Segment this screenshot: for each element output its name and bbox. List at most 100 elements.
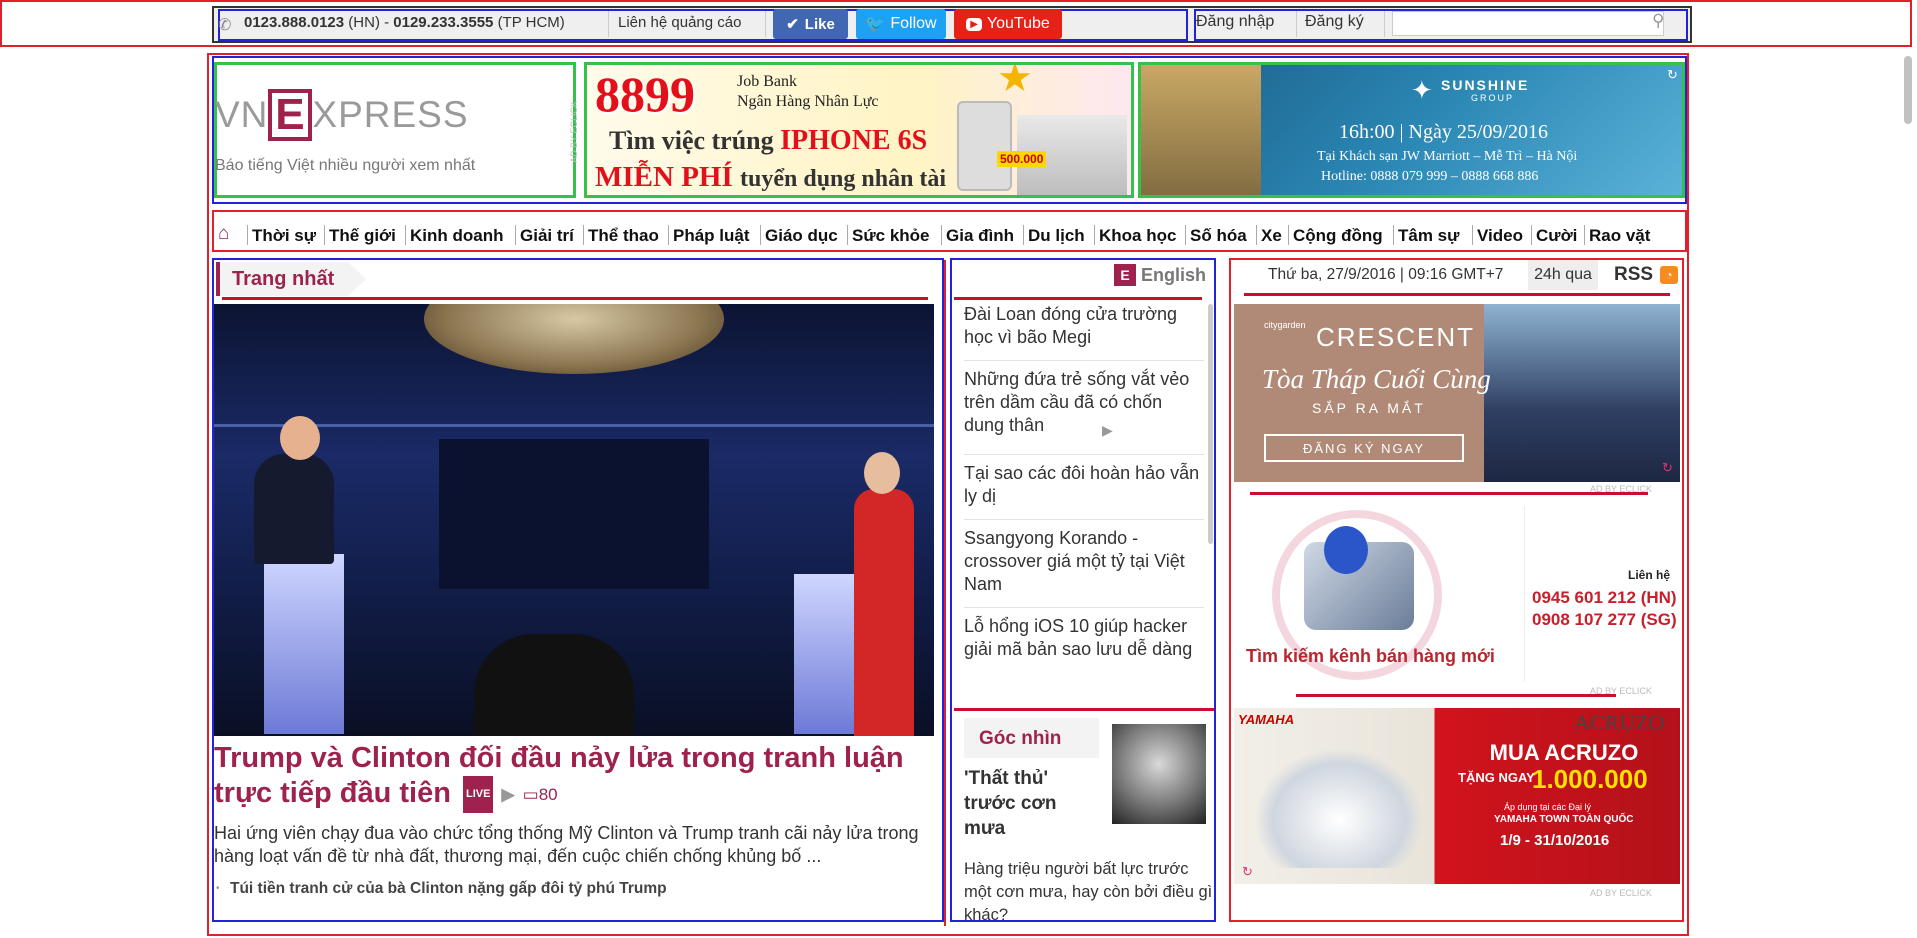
youtube-button[interactable]: ▶ YouTube xyxy=(954,9,1062,39)
sunshine-ad[interactable]: SUNSHINE GROUP ✦ 16h:00 | Ngày 25/09/201… xyxy=(1138,62,1685,198)
nav-item-14[interactable]: Cộng đồng xyxy=(1293,226,1383,246)
facebook-like-button[interactable]: ✔ Like xyxy=(773,9,848,39)
nav-item-10[interactable]: Du lịch xyxy=(1028,226,1085,246)
nav-item-13[interactable]: Xe xyxy=(1261,226,1282,246)
tagline: Báo tiếng Việt nhiều người xem nhất xyxy=(215,157,476,174)
ad-brand2: Ngân Hàng Nhân Lực xyxy=(737,93,879,110)
headline-link[interactable]: Trump và Clinton đối đầu nảy lửa trong t… xyxy=(214,741,934,813)
vnexpress-logo[interactable]: VN E XPRESS xyxy=(215,89,469,141)
divider xyxy=(1296,694,1616,697)
nav-item-2[interactable]: Thế giới xyxy=(329,226,396,246)
nav-divider xyxy=(1472,225,1473,245)
twitter-bird-icon: 🐦 xyxy=(865,16,886,33)
gocnhin-tab[interactable]: Góc nhìn xyxy=(964,718,1099,758)
hn-label: (HN) - xyxy=(348,14,390,31)
nav-item-12[interactable]: Số hóa xyxy=(1190,226,1247,246)
ad-cta-button[interactable]: ĐĂNG KÝ NGAY xyxy=(1264,434,1464,462)
rss-label[interactable]: RSS xyxy=(1614,264,1653,286)
yamaha-note2: YAMAHA TOWN TOÀN QUỐC xyxy=(1494,814,1634,825)
logo-box[interactable]: VN E XPRESS Báo tiếng Việt nhiều người x… xyxy=(214,62,579,198)
scooter-image xyxy=(1254,748,1424,868)
home-icon[interactable]: ⌂ xyxy=(218,223,229,245)
refresh-icon[interactable]: ↻ xyxy=(1662,460,1673,476)
nav-item-5[interactable]: Thể thao xyxy=(588,226,659,246)
main-nav: ⌂ Thời sự Thế giới Kinh doanh Giải trí Thể t… xyxy=(212,210,1687,252)
ads-contact-link[interactable]: Liên hệ quảng cáo xyxy=(618,14,741,31)
hero-image[interactable] xyxy=(214,304,934,736)
thumbs-up-icon: ✔ xyxy=(786,16,799,33)
ad-line2a: MIỄN PHÍ xyxy=(595,161,733,193)
nav-item-17[interactable]: Cười xyxy=(1536,226,1577,246)
search-icon[interactable]: ⚲ xyxy=(1652,11,1664,31)
yamaha-brand: YAMAHA xyxy=(1238,712,1295,727)
rss-icon[interactable]: ◔ xyxy=(1660,266,1678,284)
comment-count[interactable]: 80 xyxy=(539,785,558,804)
jobbank-ad[interactable]: 8899 Job Bank Ngân Hàng Nhân Lực Tìm việ… xyxy=(584,62,1134,198)
english-link[interactable]: E English xyxy=(1114,262,1210,288)
gocnhin-title: Góc nhìn xyxy=(979,728,1062,749)
nav-item-8[interactable]: Sức khỏe xyxy=(852,226,930,246)
yamaha-note: Áp dụng tại các Đại lý xyxy=(1504,802,1592,812)
yamaha-dates: 1/9 - 31/10/2016 xyxy=(1500,832,1610,849)
nav-item-16[interactable]: Video xyxy=(1477,226,1523,246)
nav-item-7[interactable]: Giáo dục xyxy=(765,226,838,246)
divider xyxy=(964,607,1204,608)
ad-brand: CRESCENT xyxy=(1316,322,1476,352)
refresh-icon[interactable]: ↻ xyxy=(1242,864,1253,880)
ad-slogan: Tìm kiếm kênh bán hàng mới xyxy=(1246,646,1495,666)
latest-article-link[interactable]: Tại sao các đôi hoàn hảo vẫn ly dị xyxy=(964,462,1204,508)
nav-item-4[interactable]: Giải trí xyxy=(520,226,574,246)
24h-button[interactable]: 24h qua xyxy=(1528,260,1598,290)
nav-item-15[interactable]: Tâm sự xyxy=(1398,226,1459,246)
video-icon: ▶ xyxy=(501,785,515,804)
nav-item-18[interactable]: Rao vặt xyxy=(1589,226,1650,246)
section-tab[interactable]: Trang nhất xyxy=(216,262,366,296)
nav-item-9[interactable]: Gia đình xyxy=(946,226,1014,246)
divider xyxy=(222,297,928,300)
divider xyxy=(1244,293,1670,296)
ad-brand1: Job Bank xyxy=(737,73,797,90)
nav-divider xyxy=(515,225,516,245)
twitter-follow-button[interactable]: 🐦 Follow xyxy=(856,9,946,39)
ad-label: AD BY ECLICK xyxy=(569,101,579,163)
scrollbar[interactable] xyxy=(1208,304,1213,544)
tower-image xyxy=(1484,304,1680,482)
latest-article-link[interactable]: Lỗ hổng iOS 10 giúp hacker giải mã bản s… xyxy=(964,615,1204,661)
figure-right xyxy=(854,489,914,736)
related-article-link[interactable]: Túi tiền tranh cử của bà Clinton nặng gấ… xyxy=(230,880,667,898)
latest-article-link[interactable]: Ssangyong Korando - crossover giá một tỷ… xyxy=(964,527,1204,596)
latest-article-link[interactable]: Đài Loan đóng cửa trường học vì bão Megi xyxy=(964,303,1204,349)
comment-icon[interactable]: ▭ xyxy=(523,785,539,804)
english-icon: E xyxy=(1114,264,1136,286)
follow-label: Follow xyxy=(890,15,937,32)
gocnhin-article-link[interactable]: 'Thất thủ' trước cơn mưa xyxy=(964,766,1084,841)
logo-xpress: XPRESS xyxy=(312,94,469,135)
ad-brand-small: citygarden xyxy=(1264,320,1306,330)
crescent-ad[interactable]: citygarden CRESCENT Tòa Tháp Cuối Cùng S… xyxy=(1234,304,1680,482)
logo-vn: VN xyxy=(215,94,269,135)
divider xyxy=(954,297,1202,300)
page-scrollbar[interactable] xyxy=(1904,56,1912,124)
yamaha-ad[interactable]: YAMAHA ACRUZO MUA ACRUZO TẶNG NGAY 1.000… xyxy=(1234,708,1680,884)
author-photo[interactable] xyxy=(1112,724,1206,824)
phone-image xyxy=(957,101,1012,191)
bullet-icon: • xyxy=(216,883,220,894)
video-icon: ▶ xyxy=(1102,422,1113,438)
nav-divider xyxy=(1094,225,1095,245)
latest-article-link[interactable]: Những đứa trẻ sống vắt vẻo trên dầm cầu … xyxy=(964,368,1204,437)
ad-line1b: IPHONE 6S xyxy=(780,125,928,156)
register-link[interactable]: Đăng ký xyxy=(1305,13,1364,31)
nav-item-6[interactable]: Pháp luật xyxy=(673,226,750,246)
refresh-icon[interactable]: ↻ xyxy=(1667,67,1678,83)
nav-item-1[interactable]: Thời sự xyxy=(252,226,316,246)
sun-time: 16h:00 | Ngày 25/09/2016 xyxy=(1339,121,1548,143)
yamaha-headline: MUA ACRUZO xyxy=(1489,740,1639,765)
login-link[interactable]: Đăng nhập xyxy=(1196,13,1274,31)
nav-divider xyxy=(247,225,248,245)
ad-number: 8899 xyxy=(595,66,695,122)
search-input[interactable] xyxy=(1392,11,1664,36)
nav-divider xyxy=(668,225,669,245)
shop-ad[interactable]: Tìm kiếm kênh bán hàng mới Liên hệ 0945 … xyxy=(1234,506,1680,682)
nav-item-3[interactable]: Kinh doanh xyxy=(410,226,503,246)
nav-item-11[interactable]: Khoa học xyxy=(1099,226,1176,246)
